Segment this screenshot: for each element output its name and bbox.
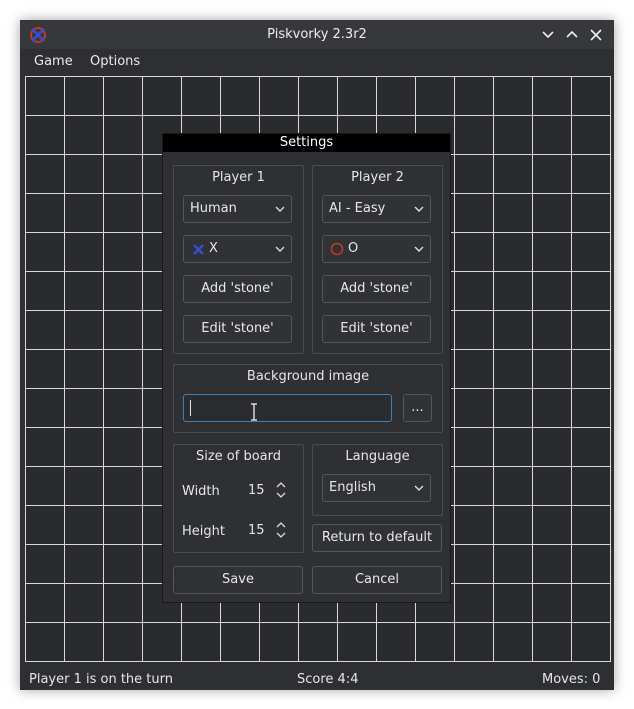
status-bar: Player 1 is on the turn Score 4:4 Moves:… bbox=[20, 670, 614, 690]
player1-type-select[interactable]: Human bbox=[183, 195, 292, 223]
player1-stone-select[interactable]: X bbox=[183, 235, 292, 263]
player1-group: Player 1 Human X Add 'stone' Edit 'stone… bbox=[173, 165, 304, 354]
o-stone-icon bbox=[330, 242, 344, 256]
chevron-down-icon bbox=[414, 485, 424, 491]
background-image-input[interactable] bbox=[183, 394, 392, 422]
save-button[interactable]: Save bbox=[173, 566, 303, 594]
cancel-button[interactable]: Cancel bbox=[312, 566, 442, 594]
chevron-down-icon bbox=[414, 206, 424, 212]
player2-add-stone-button[interactable]: Add 'stone' bbox=[322, 275, 431, 303]
title-bar: Piskvorky 2.3r2 bbox=[20, 20, 614, 49]
text-cursor-icon bbox=[251, 403, 257, 421]
player2-stone-value: O bbox=[348, 241, 359, 256]
browse-button[interactable]: ... bbox=[403, 394, 432, 422]
x-stone-icon bbox=[193, 244, 204, 255]
width-spin-arrows-icon[interactable] bbox=[276, 481, 286, 499]
player2-edit-stone-button[interactable]: Edit 'stone' bbox=[322, 315, 431, 343]
settings-dialog: Settings Player 1 Human X Add 'stone' Ed… bbox=[162, 133, 451, 603]
background-image-group: Background image ... bbox=[173, 364, 443, 433]
score-status: Score 4:4 bbox=[297, 672, 359, 687]
text-caret bbox=[190, 400, 191, 416]
height-label: Height bbox=[182, 524, 225, 539]
close-icon[interactable] bbox=[587, 26, 605, 44]
player1-title: Player 1 bbox=[212, 170, 265, 185]
player1-type-value: Human bbox=[190, 201, 237, 216]
language-title: Language bbox=[345, 449, 410, 464]
menu-game[interactable]: Game bbox=[34, 49, 73, 75]
minimize-icon[interactable] bbox=[539, 26, 557, 44]
player2-group: Player 2 AI - Easy O Add 'stone' Edit 's… bbox=[312, 165, 443, 354]
menu-bar: Game Options bbox=[20, 49, 614, 75]
width-label: Width bbox=[182, 484, 220, 499]
player2-stone-select[interactable]: O bbox=[322, 235, 431, 263]
turn-status: Player 1 is on the turn bbox=[29, 672, 173, 687]
player1-stone-value: X bbox=[209, 241, 218, 256]
language-group: Language English bbox=[312, 444, 443, 516]
player2-title: Player 2 bbox=[351, 170, 404, 185]
height-spin-arrows-icon[interactable] bbox=[276, 521, 286, 539]
chevron-down-icon bbox=[414, 246, 424, 252]
return-to-default-button[interactable]: Return to default bbox=[312, 524, 442, 552]
player1-add-stone-button[interactable]: Add 'stone' bbox=[183, 275, 292, 303]
menu-options[interactable]: Options bbox=[90, 49, 140, 75]
board-size-group: Size of board Width 15 Height 15 bbox=[173, 444, 304, 553]
chevron-down-icon bbox=[275, 246, 285, 252]
moves-status: Moves: 0 bbox=[542, 672, 601, 687]
dialog-title: Settings bbox=[163, 134, 450, 152]
background-image-title: Background image bbox=[246, 369, 370, 384]
player1-edit-stone-button[interactable]: Edit 'stone' bbox=[183, 315, 292, 343]
language-select[interactable]: English bbox=[322, 474, 431, 502]
width-spinbox[interactable]: 15 bbox=[248, 483, 265, 498]
window-title: Piskvorky 2.3r2 bbox=[267, 27, 367, 42]
chevron-down-icon bbox=[275, 206, 285, 212]
maximize-icon[interactable] bbox=[563, 26, 581, 44]
player2-type-value: AI - Easy bbox=[329, 201, 386, 216]
height-spinbox[interactable]: 15 bbox=[248, 523, 265, 538]
player2-type-select[interactable]: AI - Easy bbox=[322, 195, 431, 223]
board-size-title: Size of board bbox=[195, 449, 282, 464]
language-value: English bbox=[329, 480, 376, 495]
